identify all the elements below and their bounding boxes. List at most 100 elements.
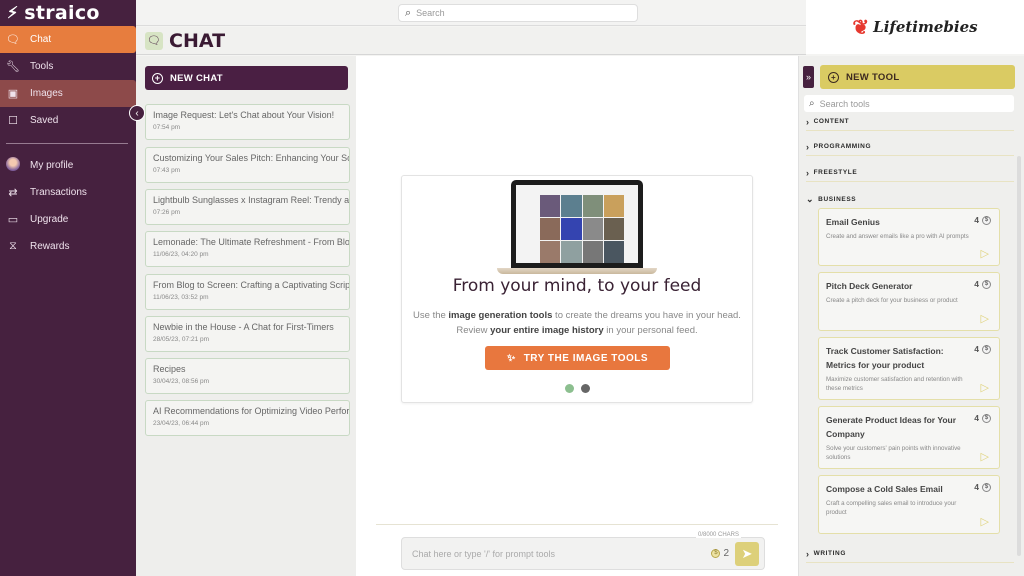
tool-title: Pitch Deck Generator — [826, 281, 913, 291]
page-header: 🗨︎ CHAT — [136, 27, 806, 55]
promo-text-bold: your entire image history — [490, 325, 604, 336]
play-icon[interactable]: ▷ — [981, 381, 989, 394]
play-icon[interactable]: ▷ — [981, 515, 989, 528]
promo-headline: From your mind, to your feed — [452, 276, 702, 296]
sidebar-item-saved[interactable]: ☐ Saved — [0, 107, 136, 134]
promo-text: Review — [456, 325, 491, 336]
chat-main-area: From your mind, to your feed Use the ima… — [356, 56, 798, 576]
chevron-right-icon: › — [806, 167, 810, 178]
sidebar-item-tools[interactable]: 🔧︎ Tools — [0, 53, 136, 80]
chat-title: Customizing Your Sales Pitch: Enhancing … — [153, 153, 349, 163]
sidebar-item-rewards[interactable]: ⧖ Rewards — [0, 233, 136, 260]
category-label: BUSINESS — [818, 195, 857, 203]
chat-list-item[interactable]: AI Recommendations for Optimizing Video … — [145, 400, 350, 436]
image-tools-promo-card: From your mind, to your feed Use the ima… — [401, 175, 753, 403]
cost-value: 4 — [974, 413, 979, 423]
chat-input[interactable]: Chat here or type '/' for prompt tools $… — [401, 537, 765, 570]
promo-description: Use the image generation tools to create… — [402, 308, 752, 338]
tool-title: Generate Product Ideas for Your Company — [826, 415, 957, 439]
sidebar-item-label: Tools — [30, 61, 54, 72]
brand-logo[interactable]: ⚡︎ straico — [0, 0, 136, 26]
tool-card-pitch-deck-generator[interactable]: Pitch Deck Generator Create a pitch deck… — [818, 272, 1000, 331]
coin-icon: $ — [982, 413, 991, 423]
hourglass-icon: ⧖ — [9, 240, 17, 252]
category-label: WRITING — [813, 550, 846, 557]
new-tool-button[interactable]: + NEW TOOL — [820, 65, 1015, 89]
tool-cost: 4 $ — [974, 279, 991, 289]
category-label: PROGRAMMING — [813, 143, 872, 150]
sidebar-item-transactions[interactable]: ⇄ Transactions — [0, 179, 136, 206]
credit-value: 2 — [723, 548, 729, 559]
new-chat-label: NEW CHAT — [170, 72, 223, 84]
carousel-dot[interactable] — [580, 384, 590, 393]
arrows-swap-icon: ⇄ — [8, 187, 18, 199]
bookmark-icon: ☐ — [8, 115, 18, 127]
chat-list-item[interactable]: Image Request: Let's Chat about Your Vis… — [145, 104, 350, 140]
sidebar-item-label: Chat — [30, 34, 52, 45]
play-icon[interactable]: ▷ — [981, 312, 989, 325]
sidebar-item-label: Saved — [30, 115, 59, 126]
promo-text-bold: image generation tools — [448, 310, 553, 321]
category-business[interactable]: ⌄ BUSINESS — [806, 190, 1014, 208]
try-button-label: TRY THE IMAGE TOOLS — [523, 352, 649, 364]
credit-cost: $ 2 — [711, 548, 729, 559]
chat-list-item[interactable]: Newbie in the House - A Chat for First-T… — [145, 316, 350, 352]
sidebar-item-images[interactable]: ▣ Images — [0, 80, 136, 107]
send-icon: ➤ — [741, 545, 753, 561]
search-input[interactable]: ⌕ Search — [398, 4, 638, 22]
card-icon: ▭ — [7, 214, 19, 226]
search-icon: ⌕ — [809, 98, 815, 109]
chevron-right-icon: › — [806, 116, 810, 127]
tools-scrollbar[interactable] — [1017, 156, 1021, 556]
play-icon[interactable]: ▷ — [981, 450, 989, 463]
coin-icon: $ — [982, 279, 991, 289]
chat-list-item[interactable]: Lightbulb Sunglasses x Instagram Reel: T… — [145, 189, 350, 225]
sidebar-item-upgrade[interactable]: ▭ Upgrade — [0, 206, 136, 233]
chat-list-item[interactable]: Lemonade: The Ultimate Refreshment - Fro… — [145, 231, 350, 267]
category-label: FREESTYLE — [813, 169, 858, 176]
cost-value: 4 — [974, 279, 979, 289]
chat-date: 11/06/23, 04:20 pm — [153, 251, 209, 258]
tool-title: Email Genius — [826, 217, 880, 227]
carousel-dots — [402, 384, 752, 393]
new-chat-button[interactable]: + NEW CHAT — [145, 66, 348, 90]
tool-card-email-genius[interactable]: Email Genius Create and answer emails li… — [818, 208, 1000, 266]
plus-circle-icon: + — [828, 71, 839, 83]
sidebar-item-label: Rewards — [30, 241, 70, 252]
tool-description: Maximize customer satisfaction and reten… — [826, 376, 963, 392]
tool-card-generate-product-ideas[interactable]: Generate Product Ideas for Your Company … — [818, 406, 1000, 469]
send-button[interactable]: ➤ — [735, 541, 759, 566]
chat-list-item[interactable]: Customizing Your Sales Pitch: Enhancing … — [145, 147, 350, 183]
collapse-tools-button[interactable]: » — [803, 66, 814, 88]
category-writing[interactable]: › WRITING — [806, 545, 1014, 563]
chat-date: 11/06/23, 03:52 pm — [153, 294, 209, 301]
chat-title: Lemonade: The Ultimate Refreshment - Fro… — [153, 237, 349, 247]
tool-search-input[interactable]: ⌕ Search tools — [804, 95, 1014, 112]
avatar-icon — [6, 157, 20, 174]
play-icon[interactable]: ▷ — [981, 247, 989, 260]
tool-cost: 4 $ — [974, 413, 991, 423]
sidebar-item-my-profile[interactable]: My profile — [0, 152, 136, 179]
category-content[interactable]: › CONTENT — [806, 113, 1014, 131]
category-freestyle[interactable]: › FREESTYLE — [806, 164, 1014, 182]
chat-date: 07:43 pm — [153, 167, 181, 174]
tool-card-track-customer-satisfaction[interactable]: Track Customer Satisfaction: Metrics for… — [818, 337, 1000, 400]
tool-card-compose-cold-sales-email[interactable]: Compose a Cold Sales Email Craft a compe… — [818, 475, 1000, 534]
tool-description: Craft a compelling sales email to introd… — [826, 500, 957, 516]
chat-date: 28/05/23, 07:21 pm — [153, 336, 210, 343]
flame-icon: ❦ — [852, 16, 870, 39]
category-label: CONTENT — [813, 118, 850, 125]
new-tool-label: NEW TOOL — [846, 71, 900, 83]
chat-title: Recipes — [153, 364, 186, 374]
tools-panel: » + NEW TOOL ⌕ Search tools › CONTENT › … — [798, 56, 1024, 576]
promo-text: to create the dreams you have in your he… — [552, 310, 741, 321]
chat-list-item[interactable]: From Blog to Screen: Crafting a Captivat… — [145, 274, 350, 310]
search-placeholder: Search — [416, 8, 445, 18]
watermark-logo: ❦ Lifetimebies — [806, 0, 1024, 54]
collapse-sidebar-button[interactable]: ‹ — [129, 105, 145, 121]
sidebar-item-chat[interactable]: 🗨︎ Chat — [0, 26, 136, 53]
try-image-tools-button[interactable]: ✨︎ TRY THE IMAGE TOOLS — [485, 346, 670, 370]
category-programming[interactable]: › PROGRAMMING — [806, 138, 1014, 156]
carousel-dot-active[interactable] — [564, 384, 574, 393]
chat-list-item[interactable]: Recipes 30/04/23, 08:56 pm — [145, 358, 350, 394]
